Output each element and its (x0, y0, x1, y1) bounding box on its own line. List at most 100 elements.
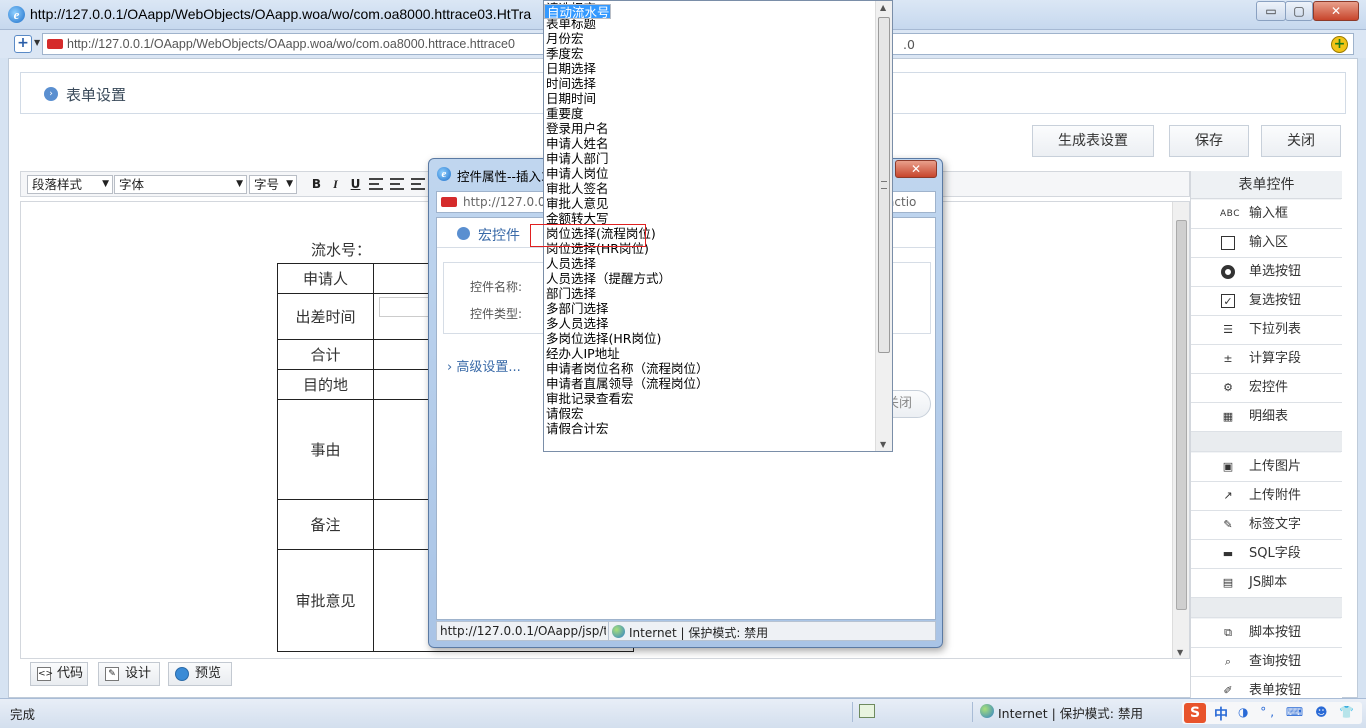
control-form-button[interactable]: ✐ 表单按钮 (1191, 677, 1342, 699)
control-textarea[interactable]: 输入区 (1191, 229, 1342, 258)
generate-table-button[interactable]: 生成表设置 (1032, 125, 1154, 157)
radio-icon (1221, 265, 1235, 279)
align-right-icon[interactable] (411, 178, 425, 190)
new-tab-button[interactable]: + (14, 35, 32, 53)
font-size-select[interactable]: 字号 ▼ (249, 175, 297, 194)
bold-button[interactable]: B (308, 176, 325, 193)
tab-preview[interactable]: 预览 (168, 662, 232, 686)
row-label: 出差时间 (277, 293, 374, 340)
row-label: 备注 (277, 499, 374, 550)
control-calculated[interactable]: ± 计算字段 (1191, 345, 1342, 374)
dialog-status-bar: http://127.0.0.1/OAapp/jsp/t Internet | … (436, 621, 936, 641)
scroll-thumb[interactable] (1176, 220, 1187, 610)
control-radio[interactable]: 单选按钮 (1191, 258, 1342, 287)
control-checkbox[interactable]: ✓ 复选按钮 (1191, 287, 1342, 316)
chevron-circle-icon (457, 227, 470, 240)
dropdown-option[interactable]: 登录用户名 (544, 121, 876, 136)
dropdown-option[interactable]: 审批人签名 (544, 181, 876, 196)
control-script-button[interactable]: ⧉ 脚本按钮 (1191, 619, 1342, 648)
save-button[interactable]: 保存 (1169, 125, 1249, 157)
dropdown-option[interactable]: 请假宏 (544, 406, 876, 421)
dropdown-option[interactable]: 自动流水号 (544, 4, 611, 20)
serial-number-label: 流水号： (311, 241, 372, 259)
dropdown-option[interactable]: 日期时间 (544, 91, 876, 106)
dropdown-option[interactable]: 申请者直属领导（流程岗位） (544, 376, 876, 391)
chevron-down-icon: ▼ (236, 179, 243, 189)
dropdown-option[interactable]: 申请人部门 (544, 151, 876, 166)
row-label: 事由 (277, 399, 374, 500)
status-text: 完成 (10, 707, 36, 722)
underline-button[interactable]: U (347, 176, 364, 193)
control-upload-attachment[interactable]: ↗ 上传附件 (1191, 482, 1342, 511)
page-status-icon[interactable] (859, 704, 875, 718)
ime-language[interactable]: 中 (1214, 704, 1228, 724)
controls-panel-title: 表单控件 (1191, 171, 1342, 199)
dropdown-option[interactable]: 多部门选择 (544, 301, 876, 316)
dropdown-scrollbar[interactable]: ▲ ▼ (875, 1, 892, 451)
control-query-button[interactable]: ⌕ 查询按钮 (1191, 648, 1342, 677)
dialog-close-button[interactable]: ✕ (895, 160, 937, 178)
sogou-logo-icon[interactable]: S (1184, 703, 1206, 723)
dropdown-option[interactable]: 多人员选择 (544, 316, 876, 331)
advanced-settings-link[interactable]: › 高级设置... (447, 356, 521, 375)
control-input-field[interactable]: ABC 输入框 (1191, 200, 1342, 229)
status-separator (972, 702, 973, 722)
dropdown-option[interactable]: 人员选择 (544, 256, 876, 271)
chevron-down-icon[interactable]: ▼ (34, 38, 40, 47)
dropdown-option[interactable]: 季度宏 (544, 46, 876, 61)
control-name-label: 控件名称: (470, 280, 523, 294)
control-detail-table[interactable]: ▦ 明细表 (1191, 403, 1342, 432)
minimize-button[interactable]: ▭ (1256, 1, 1286, 21)
tab-design[interactable]: ✎ 设计 (98, 662, 160, 686)
panel-separator (1191, 432, 1342, 452)
dropdown-option[interactable]: 日期选择 (544, 61, 876, 76)
scroll-down-icon[interactable]: ▼ (1177, 648, 1183, 657)
control-label: 上传附件 (1249, 488, 1302, 503)
abc-icon: ABC (1220, 209, 1240, 219)
dropdown-option[interactable]: 多岗位选择(HR岗位) (544, 331, 876, 346)
control-macro[interactable]: ⚙ 宏控件 (1191, 374, 1342, 403)
scroll-up-icon[interactable]: ▲ (880, 3, 886, 12)
align-center-icon[interactable] (390, 178, 404, 190)
control-label-text[interactable]: ✎ 标签文字 (1191, 511, 1342, 540)
ime-tools[interactable]: ◑ °, ⌨ ☻ 👕 ⚲ (1238, 705, 1366, 719)
checkbox-icon: ✓ (1221, 294, 1235, 308)
chevron-down-icon: ▼ (286, 179, 293, 189)
window-close-button[interactable]: ✕ (1313, 1, 1359, 21)
font-select[interactable]: 字体 ▼ (114, 175, 247, 194)
browser-status-bar: 完成 Internet | 保护模式: 禁用 S 中 ◑ °, ⌨ ☻ 👕 ⚲ (0, 698, 1366, 728)
page-title: 表单设置 (66, 86, 127, 104)
dropdown-option[interactable]: 部门选择 (544, 286, 876, 301)
dropdown-option[interactable]: 时间选择 (544, 76, 876, 91)
dropdown-option[interactable]: 申请人姓名 (544, 136, 876, 151)
dropdown-option[interactable]: 人员选择（提醒方式） (544, 271, 876, 286)
scroll-down-icon[interactable]: ▼ (880, 440, 886, 449)
copy-icon: ⧉ (1224, 626, 1232, 639)
maximize-button[interactable]: ▢ (1285, 1, 1313, 21)
ie-logo-icon: e (437, 167, 451, 181)
editor-scrollbar[interactable]: ▼ (1172, 202, 1189, 658)
dropdown-option[interactable]: 审批记录查看宏 (544, 391, 876, 406)
ime-toolbar[interactable]: S 中 ◑ °, ⌨ ☻ 👕 ⚲ (1182, 702, 1366, 724)
compatibility-icon[interactable]: + (1331, 36, 1348, 53)
control-upload-image[interactable]: ▣ 上传图片 (1191, 453, 1342, 482)
dropdown-option[interactable]: 申请人岗位 (544, 166, 876, 181)
site-icon (441, 197, 457, 207)
dropdown-option[interactable]: 申请者岗位名称（流程岗位） (544, 361, 876, 376)
paragraph-style-select[interactable]: 段落样式 ▼ (27, 175, 113, 194)
close-button[interactable]: 关闭 (1261, 125, 1341, 157)
dropdown-option[interactable]: 审批人意见 (544, 196, 876, 211)
dropdown-option[interactable]: 重要度 (544, 106, 876, 121)
security-zone[interactable]: Internet | 保护模式: 禁用 (998, 703, 1143, 722)
align-left-icon[interactable] (369, 178, 383, 190)
dropdown-option[interactable]: 请假合计宏 (544, 421, 876, 436)
italic-button[interactable]: I (327, 176, 344, 193)
control-sql-field[interactable]: ▬ SQL字段 (1191, 540, 1342, 569)
dropdown-option[interactable]: 月份宏 (544, 31, 876, 46)
tab-code[interactable]: <> 代码 (30, 662, 88, 686)
control-dropdown[interactable]: ☰ 下拉列表 (1191, 316, 1342, 345)
dropdown-option[interactable]: 经办人IP地址 (544, 346, 876, 361)
control-js-script[interactable]: ▤ JS脚本 (1191, 569, 1342, 598)
control-label: 表单按钮 (1249, 683, 1302, 698)
url-text: http://127.0.0.1/OAapp/WebObjects/OAapp.… (67, 37, 515, 51)
